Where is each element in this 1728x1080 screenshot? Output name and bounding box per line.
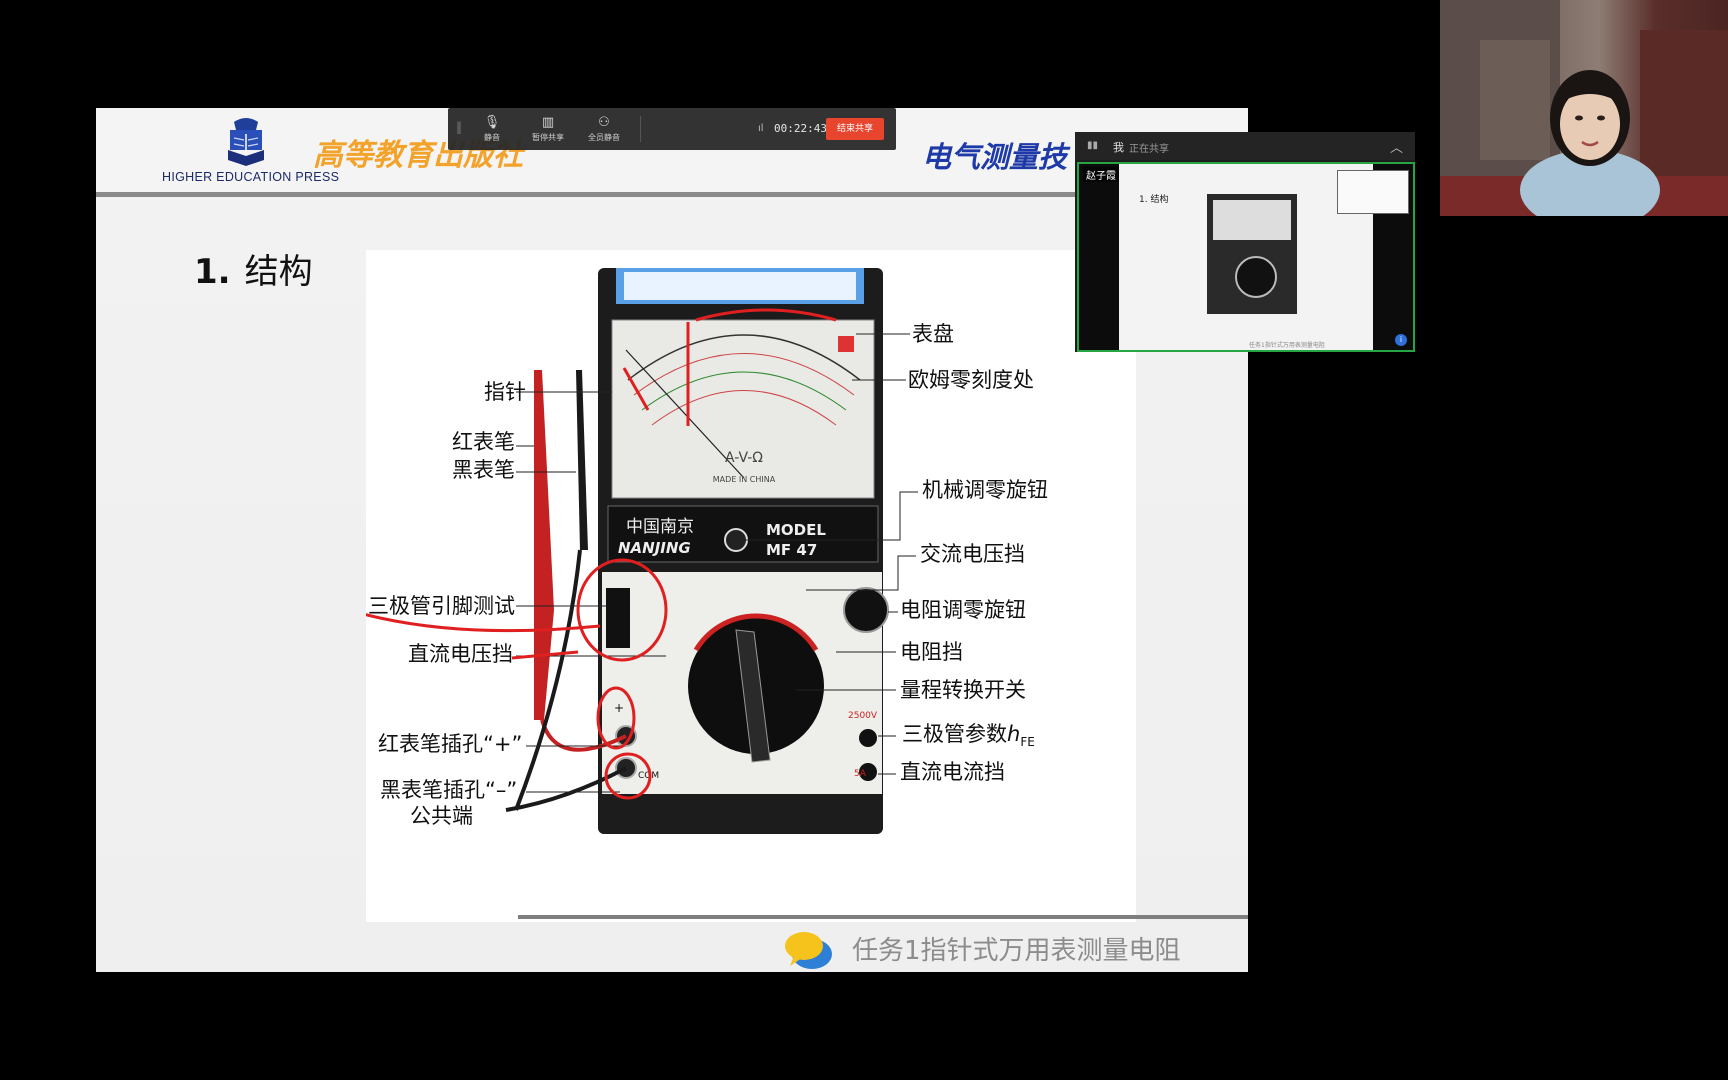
active-speaker-frame: 1. 结构 任务1指针式万用表测量电阻 赵子霞 i bbox=[1077, 162, 1415, 352]
callout-mech-zero-knob: 机械调零旋钮 bbox=[922, 478, 1048, 502]
share-preview-window[interactable]: ▮▮ 我 正在共享 ︿ 1. 结构 任务1指针式万用表测量电阻 赵子霞 i bbox=[1075, 132, 1415, 352]
callout-black-probe: 黑表笔 bbox=[452, 458, 515, 482]
callout-red-jack: 红表笔插孔“+” bbox=[378, 732, 523, 756]
preview-meter-face bbox=[1213, 200, 1291, 240]
info-badge-icon[interactable]: i bbox=[1395, 334, 1407, 346]
preview-letterbox-left bbox=[1079, 164, 1119, 350]
multimeter-diagram: A-V-Ω MADE IN CHINA 中国南京 NANJING MODEL M… bbox=[366, 250, 1136, 922]
share-timer: 00:22:43 bbox=[774, 122, 827, 135]
pause-share-label: 暂停共享 bbox=[532, 133, 564, 142]
callout-common-terminal: 公共端 bbox=[410, 804, 473, 828]
section-title-text: 结构 bbox=[244, 252, 313, 292]
footer-divider bbox=[518, 915, 1248, 919]
microphone-icon: 🎙 bbox=[483, 115, 501, 130]
presenter-webcam bbox=[1440, 0, 1728, 216]
end-share-button[interactable]: 结束共享 bbox=[826, 118, 884, 140]
transistor-param-sub: FE bbox=[1020, 735, 1035, 750]
chevron-up-icon[interactable]: ︿ bbox=[1390, 137, 1403, 156]
meter-model-number: MF 47 bbox=[766, 541, 817, 559]
transistor-param-prefix: 三极管参数 bbox=[902, 722, 1007, 746]
meter-model: MODEL bbox=[766, 521, 826, 539]
multimeter-illustration: A-V-Ω MADE IN CHINA 中国南京 NANJING MODEL M… bbox=[366, 268, 918, 834]
callout-dc-current: 直流电流挡 bbox=[900, 760, 1005, 784]
publisher-logo-icon bbox=[228, 118, 264, 166]
callout-dial: 表盘 bbox=[912, 322, 954, 346]
preview-title-bar: ▮▮ 我 正在共享 ︿ bbox=[1075, 132, 1415, 160]
range-2500v-label: 2500V bbox=[848, 711, 878, 721]
speech-bubble-icon bbox=[785, 932, 832, 969]
jack-plus-label: + bbox=[614, 701, 624, 715]
preview-slide-title: 1. 结构 bbox=[1139, 195, 1169, 205]
callout-transistor-pin-test: 三极管引脚测试 bbox=[368, 594, 515, 618]
callout-red-probe: 红表笔 bbox=[452, 430, 515, 454]
slide-footer-title: 任务1指针式万用表测量电阻 bbox=[852, 936, 1181, 966]
section-title: 1. 结构 bbox=[194, 244, 313, 293]
mute-label: 静音 bbox=[484, 133, 500, 142]
callout-dc-voltage: 直流电压挡 bbox=[408, 642, 513, 666]
screen-share-toolbar: ‖ 🎙 静音 ▥ 暂停共享 ⚇ 全员静音 ıl 00:22:43 结束共享 bbox=[448, 108, 896, 150]
preview-meter-dial bbox=[1235, 256, 1277, 298]
preview-slide-footer: 任务1指针式万用表测量电阻 bbox=[1249, 342, 1325, 349]
transistor-param-h: h bbox=[1007, 722, 1021, 746]
toolbar-separator bbox=[640, 116, 641, 142]
drag-handle-icon[interactable]: ‖ bbox=[456, 120, 462, 134]
callout-ac-voltage: 交流电压挡 bbox=[920, 542, 1025, 566]
preview-me-label: 我 bbox=[1113, 141, 1124, 154]
participant-name: 赵子霞 bbox=[1083, 167, 1119, 182]
signal-bars-icon: ıl bbox=[758, 123, 764, 134]
mute-button[interactable]: 🎙 静音 bbox=[466, 114, 518, 143]
callout-pointer: 指针 bbox=[484, 380, 526, 404]
callout-black-jack: 黑表笔插孔“–” bbox=[380, 778, 518, 802]
pause-share-icon: ▥ bbox=[541, 115, 555, 130]
callout-ohm-zero: 欧姆零刻度处 bbox=[908, 368, 1034, 392]
range-5a-label: 5A bbox=[854, 769, 867, 779]
meter-made-in: MADE IN CHINA bbox=[713, 475, 776, 484]
callout-resistance: 电阻挡 bbox=[900, 640, 963, 664]
presenter-video bbox=[1440, 0, 1728, 216]
mute-all-label: 全员静音 bbox=[588, 133, 620, 142]
callout-range-switch: 量程转换开关 bbox=[900, 678, 1026, 702]
preview-nested-thumbnail bbox=[1337, 170, 1409, 214]
preview-slide-thumbnail: 1. 结构 任务1指针式万用表测量电阻 bbox=[1119, 164, 1373, 350]
meter-brand-latin: NANJING bbox=[618, 539, 691, 557]
meter-face-symbol: A-V-Ω bbox=[725, 450, 763, 466]
mute-all-button[interactable]: ⚇ 全员静音 bbox=[578, 114, 630, 143]
callout-resistance-zero-knob: 电阻调零旋钮 bbox=[900, 598, 1026, 622]
meter-brand: 中国南京 bbox=[626, 517, 694, 537]
callout-transistor-param: 三极管参数hFE bbox=[902, 722, 1035, 750]
course-title: 电气测量技 bbox=[922, 140, 1068, 174]
audio-level-icon: ▮▮ bbox=[1087, 140, 1099, 151]
preview-status: 正在共享 bbox=[1129, 144, 1169, 155]
section-number: 1. bbox=[194, 252, 231, 292]
pause-share-button[interactable]: ▥ 暂停共享 bbox=[522, 114, 574, 143]
mute-all-icon: ⚇ bbox=[598, 115, 610, 130]
